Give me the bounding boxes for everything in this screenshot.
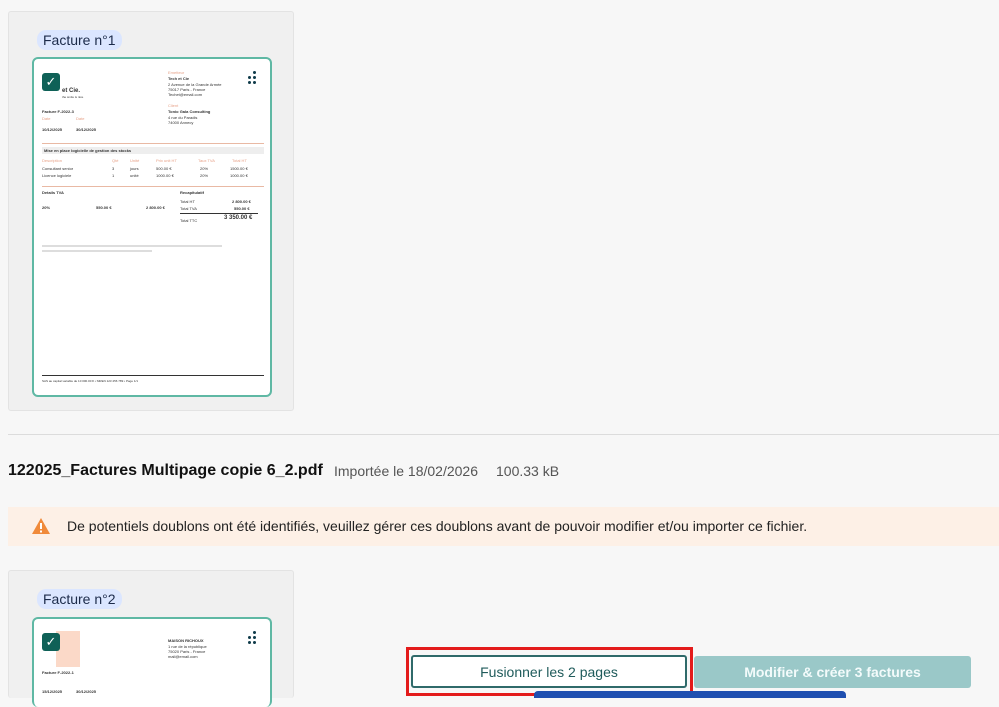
recap-ttc: 3 350.00 €: [224, 215, 253, 221]
col-unit: Unité: [130, 158, 140, 163]
logo-sub: the smile is nice: [62, 95, 84, 99]
invoice-preview[interactable]: ✓ MAISON RICHOUX 1 rue de la république …: [32, 617, 272, 707]
row-desc: Consultant senior: [42, 166, 74, 171]
due-value: 30/12/2025: [76, 689, 97, 694]
row-desc: Licence logiciele: [42, 173, 72, 178]
recap-ttc-label: Total TTC: [180, 218, 198, 223]
col-total: Total HT: [232, 158, 247, 163]
row-tva: 20%: [200, 173, 209, 178]
row-total: 1500.00 €: [230, 166, 248, 171]
tva-title: Details TVA: [42, 190, 64, 195]
recap-tva: 550.00 €: [234, 206, 250, 211]
duplicate-warning-banner: De potentiels doublons ont été identifié…: [8, 507, 999, 546]
due-label: Date: [76, 116, 85, 121]
file-imported-date: Importée le 18/02/2026: [334, 463, 478, 479]
file-name: 122025_Factures Multipage copie 6_2.pdf: [8, 462, 323, 479]
modify-create-invoices-button[interactable]: Modifier & créer 3 factures: [694, 656, 971, 688]
section-divider: [8, 434, 999, 435]
recap-tva-label: Total TVA: [180, 206, 197, 211]
invoice-preview[interactable]: ✓ et Cie. the smile is nice Emetteur Tec…: [32, 57, 272, 397]
brand-dots-icon: [248, 631, 258, 647]
row-qty: 3: [112, 166, 115, 171]
company-line: Techet@email.com: [168, 92, 203, 97]
text-line: [42, 250, 152, 252]
footer-text: SAS au capital variable de 10 000.00 € •…: [42, 379, 138, 383]
client-name: Tonio Gala Consulting: [168, 109, 211, 114]
file-size: 100.33 kB: [496, 463, 560, 479]
invoice-card-1[interactable]: Facture n°1 ✓ et Cie. the smile is nice …: [8, 11, 294, 411]
date-label: Date: [42, 116, 51, 121]
tva-amount: 550.00 €: [96, 205, 112, 210]
row-unit: unité: [130, 173, 139, 178]
tva-base: 2 800.00 €: [146, 205, 165, 210]
due-value: 30/12/2025: [76, 127, 97, 132]
row-unit: jours: [130, 166, 139, 171]
col-price: Prix unit HT: [156, 158, 177, 163]
col-tva: Taux TVA: [198, 158, 215, 163]
company-line: mail@email.com: [168, 654, 198, 659]
row-tva: 20%: [200, 166, 209, 171]
warning-icon: [32, 518, 50, 534]
primary-action-bar[interactable]: [534, 691, 846, 698]
invoice-number: Facture F-2022-1: [42, 670, 74, 675]
date-value: 15/12/2025: [42, 689, 63, 694]
row-total: 1000.00 €: [230, 173, 248, 178]
invoice-badge: Facture n°1: [37, 30, 122, 50]
client-line: 74000 Annecy: [168, 120, 194, 125]
merge-pages-button[interactable]: Fusionner les 2 pages: [411, 655, 687, 688]
company-name: Tech et Cie: [168, 76, 190, 81]
checkbox-checked-icon[interactable]: ✓: [42, 73, 60, 91]
col-desc: Description: [42, 158, 63, 163]
invoice-card-2[interactable]: Facture n°2 ✓ MAISON RICHOUX 1 rue de la…: [8, 570, 294, 707]
col-qty: Qté: [112, 158, 119, 163]
section-title: Mise en place logicielle de gestion des …: [44, 148, 132, 153]
company-label: Emetteur: [168, 70, 185, 75]
client-label: Client: [168, 103, 179, 108]
recap-ht-label: Total HT: [180, 199, 195, 204]
invoice-badge: Facture n°2: [37, 589, 122, 609]
company-name: MAISON RICHOUX: [168, 638, 204, 643]
tva-rate: 20%: [42, 205, 51, 210]
divider: [180, 213, 258, 214]
row-price: 1000.00 €: [156, 173, 174, 178]
brand-dots-icon: [248, 71, 258, 87]
divider: [42, 375, 264, 376]
invoice-number: Facture F-2022-3: [42, 109, 74, 114]
text-line: [42, 245, 222, 247]
logo-text: et Cie.: [62, 88, 81, 94]
divider: [42, 143, 264, 144]
row-qty: 1: [112, 173, 115, 178]
recap-ht: 2 800.00 €: [232, 199, 251, 204]
warning-text: De potentiels doublons ont été identifié…: [67, 518, 808, 534]
recap-title: Recapitulatif: [180, 190, 205, 195]
divider: [42, 186, 264, 187]
row-price: 500.00 €: [156, 166, 172, 171]
checkbox-checked-icon[interactable]: ✓: [42, 633, 60, 651]
date-value: 10/12/2025: [42, 127, 63, 132]
